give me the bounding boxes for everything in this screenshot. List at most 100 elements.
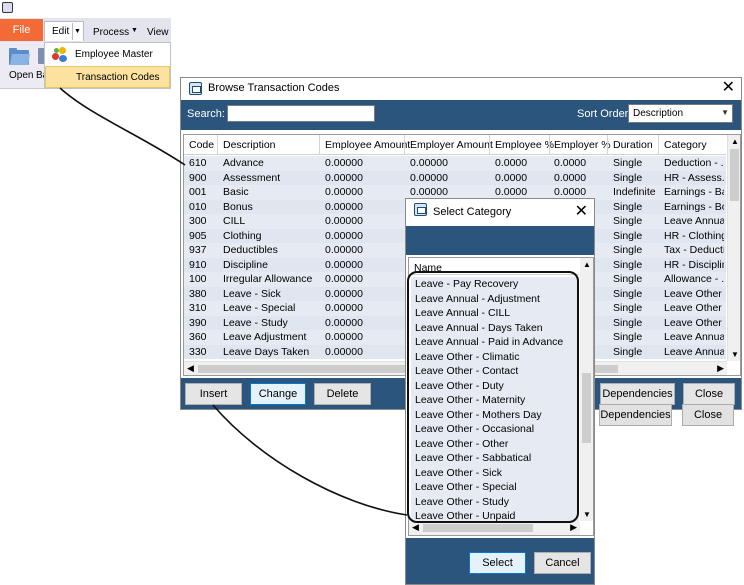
table-cell: Single [613,302,643,314]
table-cell: 0.00000 [325,244,363,256]
table-cell: Leave Days Taken [223,345,310,358]
table-cell: 905 [189,229,207,242]
table-cell: 0.00000 [325,200,363,213]
close-icon[interactable]: ✕ [575,203,588,221]
table-cell: 0.00000 [410,171,448,184]
table-cell: 0.00000 [325,302,363,314]
table-cell: HR - Discipline [664,258,724,271]
table-cell: Leave Annua... [664,215,724,227]
table-cell: 001 [189,186,207,198]
dependencies-button-ghost: Dependencies [599,404,672,426]
table-cell: 0.00000 [325,229,363,242]
edit-dropdown-menu: Employee Master Transaction Codes [44,42,171,89]
table-cell: Assessment [223,171,281,184]
table-cell: Deductibles [223,244,278,256]
table-cell: 0.00000 [325,273,363,285]
table-cell: 900 [189,171,207,184]
horizontal-scrollbar[interactable]: ◀ ▶ [409,521,580,535]
table-cell: 910 [189,258,207,271]
insert-button[interactable]: Insert [185,383,242,405]
table-row[interactable]: 610 Advance 0.00000 0.00000 0.0000 0.0000 Sing… [184,156,726,171]
menu-item-label: Transaction Codes [76,72,160,83]
scroll-thumb[interactable] [423,524,533,532]
scroll-thumb[interactable] [582,373,591,443]
tab-file[interactable]: File [0,19,43,41]
search-input[interactable] [227,105,375,122]
column-header-category[interactable]: Category [664,139,707,151]
select-button[interactable]: Select [469,552,526,574]
table-cell: 0.00000 [325,157,363,169]
vertical-scrollbar[interactable]: ▲ ▼ [727,135,740,361]
cancel-button[interactable]: Cancel [534,552,591,574]
column-header-code[interactable]: Code [189,139,214,151]
close-button[interactable]: Close [683,383,735,405]
table-cell: Advance [223,157,264,169]
vertical-scrollbar[interactable]: ▲ ▼ [580,258,593,521]
scroll-thumb[interactable] [730,149,739,201]
table-cell: 937 [189,244,207,256]
tab-edit[interactable]: Edit ▼ [44,21,84,41]
scroll-right-icon[interactable]: ▶ [717,363,724,374]
column-header-employer-amount[interactable]: Employer Amount [410,139,493,151]
window-icon [414,203,427,216]
table-cell: 0.00000 [325,345,363,358]
table-cell: Leave Annua... [664,345,724,358]
sort-order-value: Description [633,108,684,119]
table-cell: Single [613,215,643,227]
table-row[interactable]: 900 Assessment 0.00000 0.00000 0.0000 0.0000 S… [184,170,726,185]
table-cell: 0.0000 [554,171,587,184]
column-header-duration[interactable]: Duration [613,139,653,151]
table-cell: Single [613,200,643,213]
table-cell: 0.00000 [410,186,448,198]
table-cell: Single [613,157,643,169]
table-cell: Single [613,171,643,184]
scroll-down-icon[interactable]: ▼ [731,350,739,359]
tab-view[interactable]: View [147,27,169,38]
table-cell: 0.00000 [410,157,448,169]
scroll-right-icon[interactable]: ▶ [570,522,577,533]
scroll-left-icon[interactable]: ◀ [412,522,419,533]
scroll-up-icon[interactable]: ▲ [583,260,591,269]
dialog-button-bar: Select Cancel [406,538,594,584]
menu-item-label: Employee Master [75,49,153,60]
column-header-employee-pct[interactable]: Employee % [495,139,554,151]
menu-item-transaction-codes[interactable]: Transaction Codes [45,66,170,88]
table-cell: Single [613,345,643,358]
change-button[interactable]: Change [250,383,306,405]
column-header-description[interactable]: Description [223,139,276,151]
table-cell: 380 [189,287,207,300]
table-cell: 0.00000 [325,171,363,184]
table-cell: Single [613,229,643,242]
open-button[interactable]: Open [4,44,33,86]
table-cell: 0.00000 [325,287,363,300]
table-cell: Leave - Study [223,316,288,329]
table-cell: 300 [189,215,207,227]
column-header-employer-pct[interactable]: Employer % [554,139,611,151]
chevron-down-icon[interactable]: ▼ [72,23,82,40]
app-icon [2,2,13,13]
table-cell: Clothing [223,229,262,242]
scroll-up-icon[interactable]: ▲ [731,137,739,146]
column-header-employee-amount[interactable]: Employee Amount [325,139,410,151]
sort-order-label: Sort Order [577,108,629,120]
table-cell: Deduction - ... [664,157,724,169]
employee-master-icon [52,47,68,63]
chevron-down-icon[interactable]: ▼ [131,27,138,34]
tab-process[interactable]: Process [93,27,129,38]
table-cell: Leave - Special [223,302,296,314]
scroll-left-icon[interactable]: ◀ [187,363,194,374]
sort-order-select[interactable]: Description ▼ [628,104,733,123]
table-cell: 330 [189,345,207,358]
title-bar: Browse Transaction Codes ✕ [181,78,741,100]
menu-item-employee-master[interactable]: Employee Master [45,44,170,66]
table-cell: Earnings - Bo... [664,200,724,213]
table-cell: 0.0000 [495,186,528,198]
table-cell: CILL [223,215,246,227]
scroll-down-icon[interactable]: ▼ [583,510,591,519]
table-cell: 0.0000 [554,186,587,198]
table-cell: 0.00000 [325,316,363,329]
table-cell: 100 [189,273,207,285]
dependencies-button[interactable]: Dependencies [600,383,675,405]
delete-button[interactable]: Delete [314,383,371,405]
close-icon[interactable]: ✕ [722,79,735,97]
